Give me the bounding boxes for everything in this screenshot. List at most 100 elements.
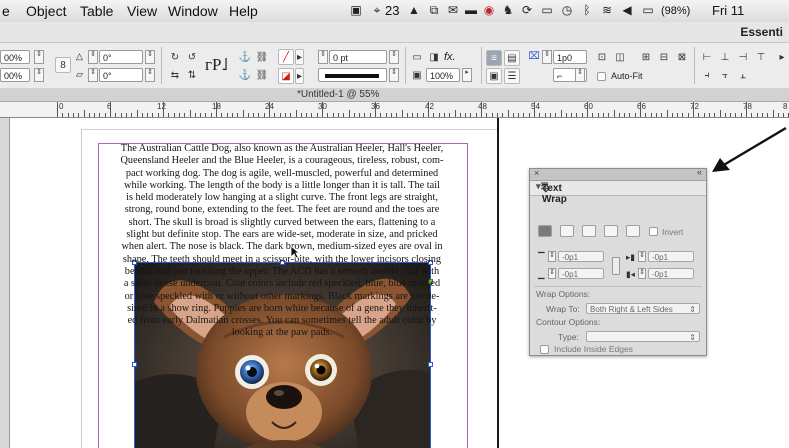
rotate-field[interactable]: 0° — [99, 50, 143, 64]
fit-content-icon[interactable]: ◫ — [612, 50, 628, 66]
auto-fit-checkbox[interactable] — [597, 72, 606, 81]
copy-icon[interactable]: ⧉ — [427, 4, 441, 17]
horizontal-ruler[interactable]: 0 6 12 18 24 30 36 42 48 54 60 66 72 78 … — [0, 102, 789, 118]
wrap-next-column-button[interactable]: ☰ — [504, 68, 520, 84]
battery-app-icon[interactable]: ▬ — [464, 4, 478, 17]
wrap-bounding-box-button[interactable]: ≡ — [486, 50, 502, 66]
right-offset-stepper[interactable]: ⇕ — [638, 268, 646, 279]
flip-vertical-icon[interactable]: ⇅ — [184, 68, 200, 84]
select-previous-icon[interactable]: ⚓ — [237, 68, 253, 84]
opacity-dropdown[interactable]: ▸ — [462, 68, 472, 82]
battery-icon[interactable]: ▭ — [641, 4, 655, 17]
left-offset-stepper[interactable]: ⇕ — [638, 251, 646, 262]
rotate-ccw-icon[interactable]: ↺ — [184, 50, 200, 66]
opacity-field[interactable]: 100% — [426, 68, 460, 82]
resize-handle[interactable] — [428, 362, 433, 367]
display-icon[interactable]: ▭ — [540, 4, 554, 17]
wrap-bounding-box-button[interactable] — [560, 225, 574, 237]
bottom-offset-stepper[interactable]: ⇕ — [548, 268, 556, 279]
scale-y-field[interactable]: 00% — [0, 68, 30, 82]
select-content-icon[interactable]: ⛓ — [254, 50, 270, 66]
stroke-swatch-icon[interactable]: ◪ — [278, 68, 294, 84]
collapse-icon[interactable]: « — [697, 167, 702, 177]
top-offset-stepper[interactable]: ⇕ — [548, 251, 556, 262]
fill-dropdown-icon[interactable]: ▸ — [295, 49, 304, 65]
flip-horizontal-icon[interactable]: ⇆ — [167, 68, 183, 84]
align-right-icon[interactable]: ⊣ — [735, 50, 751, 66]
stroke-type-field[interactable] — [318, 68, 387, 82]
screen-record-icon[interactable]: ▣ — [349, 4, 363, 17]
no-wrap-button[interactable] — [538, 225, 552, 237]
workspace-switcher[interactable]: Essenti — [740, 25, 783, 39]
vertical-ruler[interactable] — [0, 118, 10, 448]
effects-icon[interactable]: ▭ — [409, 50, 425, 66]
menu-view[interactable]: View — [127, 3, 157, 19]
mail-icon[interactable]: ✉ — [446, 4, 460, 17]
contour-type-select[interactable]: ⇕ — [586, 331, 700, 342]
top-offset-field[interactable]: -0p1 — [558, 251, 604, 262]
stroke-type-dropdown[interactable]: ⇕ — [389, 68, 399, 82]
bluetooth-icon[interactable]: ᛒ — [580, 4, 594, 17]
resize-handle[interactable] — [132, 362, 137, 367]
menu-table[interactable]: Table — [80, 3, 113, 19]
shear-field[interactable]: 0° — [99, 68, 143, 82]
corner-shape-dropdown[interactable]: ⇕ — [575, 68, 585, 82]
wrap-shape-button[interactable]: ▤ — [504, 50, 520, 66]
adobe-icon[interactable]: ⌖ — [370, 4, 384, 17]
opacity-icon[interactable]: ▣ — [409, 68, 425, 84]
scale-x-dropdown[interactable]: ⇕ — [34, 50, 44, 64]
rotate-stepper[interactable]: ⇕ — [88, 50, 98, 64]
wrap-jump-button[interactable]: ▣ — [486, 68, 502, 84]
panel-tab[interactable]: ◇ Text Wrap ▾☰ — [530, 181, 706, 205]
fill-swatch-icon[interactable]: ╱ — [278, 49, 294, 65]
center-content-icon[interactable]: ⊠ — [674, 50, 690, 66]
sync-icon[interactable]: ⟳ — [520, 4, 534, 17]
fit-frame-icon[interactable]: ⊡ — [594, 50, 610, 66]
align-center-icon[interactable]: ⊥ — [717, 50, 733, 66]
spacing-stepper[interactable]: ⇕ — [542, 50, 552, 64]
bottom-offset-field[interactable]: -0p1 — [558, 268, 604, 279]
stroke-weight-field[interactable]: 0 pt — [329, 50, 387, 64]
align-top-icon[interactable]: ⊤ — [753, 50, 769, 66]
fit-proportionally-icon[interactable]: ⊟ — [656, 50, 672, 66]
clock[interactable]: Fri 11 — [712, 3, 744, 18]
wrap-to-select[interactable]: Both Right & Left Sides ⇕ — [586, 303, 700, 314]
align-left-icon[interactable]: ⊢ — [699, 50, 715, 66]
wrap-object-shape-button[interactable] — [582, 225, 596, 237]
volume-icon[interactable]: ◀ — [620, 4, 634, 17]
spacing-field[interactable]: 1p0 — [553, 50, 587, 64]
drop-shadow-icon[interactable]: ◨ — [426, 50, 442, 66]
menu-object[interactable]: Object — [26, 3, 66, 19]
menu-edit[interactable]: e — [2, 3, 10, 19]
link-offsets-icon[interactable] — [612, 257, 620, 275]
distribute-left-icon[interactable]: ⫞ — [699, 68, 715, 84]
right-offset-field[interactable]: -0p1 — [648, 268, 694, 279]
select-container-icon[interactable]: ⚓ — [237, 50, 253, 66]
fill-frame-icon[interactable]: ⊞ — [638, 50, 654, 66]
rotate-dropdown[interactable]: ⇕ — [145, 50, 155, 64]
include-inside-edges-checkbox[interactable] — [540, 345, 549, 354]
stroke-weight-stepper[interactable]: ⇕ — [318, 50, 328, 64]
menu-help[interactable]: Help — [229, 3, 258, 19]
stroke-weight-dropdown[interactable]: ⇕ — [389, 50, 399, 64]
jump-object-button[interactable] — [604, 225, 618, 237]
wifi-icon[interactable]: ≋ — [600, 4, 614, 17]
panel-header[interactable]: × « — [530, 167, 706, 181]
drive-icon[interactable]: ▲ — [407, 4, 421, 17]
document-tab[interactable]: *Untitled-1 @ 55% — [297, 88, 379, 101]
more-align-icon[interactable]: ▸ — [774, 50, 789, 66]
shear-stepper[interactable]: ⇕ — [88, 68, 98, 82]
panel-menu-icon[interactable]: ▾☰ — [536, 181, 702, 192]
left-offset-field[interactable]: -0p1 — [648, 251, 694, 262]
shear-dropdown[interactable]: ⇕ — [145, 68, 155, 82]
scale-y-dropdown[interactable]: ⇕ — [34, 68, 44, 82]
time-machine-icon[interactable]: ◷ — [560, 4, 574, 17]
jump-next-column-button[interactable] — [626, 225, 640, 237]
distribute-right-icon[interactable]: ⫠ — [735, 68, 751, 84]
text-direction-icon[interactable]: ᴦP˩ — [205, 55, 228, 75]
close-icon[interactable]: × — [534, 168, 539, 178]
rotate-cw-icon[interactable]: ↻ — [167, 50, 183, 66]
body-text-frame[interactable]: The Australian Cattle Dog, also known as… — [100, 143, 464, 340]
distribute-center-icon[interactable]: ⫟ — [717, 68, 733, 84]
select-next-icon[interactable]: ⛓ — [254, 68, 270, 84]
